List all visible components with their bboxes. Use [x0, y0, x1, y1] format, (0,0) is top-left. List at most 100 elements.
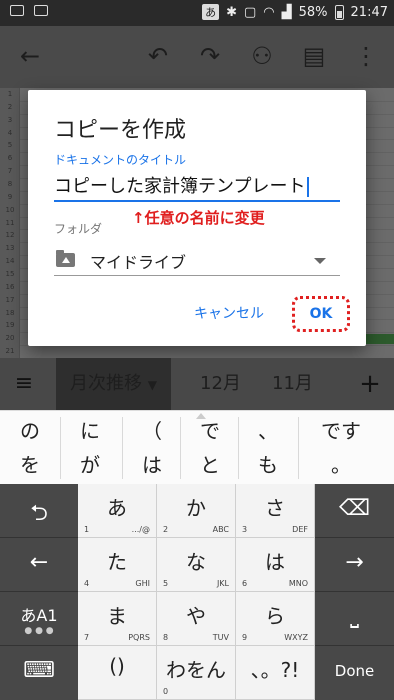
document-title-input[interactable]: コピーした家計簿テンプレート [54, 172, 340, 202]
cursor-right-key[interactable]: → [315, 538, 394, 592]
vibrate-icon: ▢ [243, 4, 257, 20]
suggestion-item[interactable]: です [306, 413, 376, 449]
emoji-keyboard-icon: ⌨ [23, 658, 55, 683]
dropdown-arrow-icon [314, 258, 326, 264]
key-num: 0 [163, 687, 169, 696]
divider [180, 417, 181, 479]
row-number: 4 [7, 128, 13, 137]
more-dots-icon: ● ● ● [24, 626, 54, 636]
suggestion-item[interactable]: 。 [306, 447, 376, 483]
rename-annotation: ↑任意の名前に変更 [132, 209, 265, 227]
key-sym: DEF [292, 525, 308, 534]
key-label: 、。?! [250, 658, 300, 682]
key-num: 6 [242, 579, 248, 588]
key-label: や [186, 604, 206, 628]
back-arrow-icon[interactable]: ← [16, 42, 44, 70]
suggestion-item[interactable]: も [238, 447, 298, 483]
key-label: た [107, 550, 127, 574]
key-sym: GHI [135, 579, 150, 588]
sheet-tab-november[interactable]: 11月 [258, 358, 327, 410]
image-icon [10, 5, 24, 16]
suggestion-item[interactable]: で [180, 413, 240, 449]
row-number: 15 [5, 270, 15, 278]
row-number: 7 [7, 167, 13, 176]
more-vert-icon[interactable]: ⋮ [352, 42, 380, 70]
divider [60, 417, 61, 479]
input-mode-key[interactable]: あA1 ● ● ● [0, 592, 78, 646]
key-sa[interactable]: さ 3 DEF [236, 484, 315, 538]
key-sym: PQRS [128, 633, 150, 642]
cell-highlight [362, 334, 394, 344]
key-ha[interactable]: は 6 MNO [236, 538, 315, 592]
redo-icon[interactable]: ↷ [196, 42, 224, 70]
ime-suggestion-bar: の に （ で 、 です を が は と も 。 [0, 410, 394, 484]
sheet-tab-active[interactable]: 月次推移 ▼ [56, 358, 171, 410]
key-label: () [109, 654, 125, 678]
key-sym: .../@ [131, 525, 150, 534]
input-mode-label: あA1 [20, 606, 58, 625]
suggestion-item[interactable]: （ [122, 413, 182, 449]
row-number: 12 [5, 231, 15, 240]
key-parentheses[interactable]: () [78, 646, 157, 700]
row-number: 19 [5, 321, 15, 330]
keyboard-settings-key[interactable]: ⌨ [0, 646, 78, 700]
backspace-key[interactable]: ⌫ [315, 484, 394, 538]
battery-percent: 58% [298, 4, 328, 20]
key-sym: MNO [288, 579, 308, 588]
key-wa[interactable]: わをん 0 [157, 646, 236, 700]
suggestion-item[interactable]: 、 [238, 413, 298, 449]
done-key[interactable]: Done [315, 646, 394, 700]
suggestion-item[interactable]: は [122, 447, 182, 483]
key-sym: ABC [212, 525, 229, 534]
done-label: Done [334, 662, 375, 680]
add-person-icon[interactable]: ⚇ [248, 42, 276, 70]
suggestion-item[interactable]: に [60, 413, 120, 449]
row-number: 10 [5, 205, 15, 214]
divider [122, 417, 123, 479]
suggestion-item[interactable]: が [60, 447, 120, 483]
row-number: 2 [7, 102, 13, 111]
key-ta[interactable]: た 4 GHI [78, 538, 157, 592]
key-punctuation[interactable]: 、。?! [236, 646, 315, 700]
key-ma[interactable]: ま 7 PQRS [78, 592, 157, 646]
undo-icon[interactable]: ↶ [144, 42, 172, 70]
arrow-right-icon: → [345, 550, 364, 575]
row-number: 3 [7, 115, 13, 124]
sheet-tab-december[interactable]: 12月 [186, 358, 255, 410]
row-header-column: 1 2 3 4 5 6 7 8 9 10 11 12 13 14 15 16 17 18 19 20 21 [0, 88, 20, 358]
ok-button[interactable]: OK [292, 296, 350, 332]
key-num: 5 [163, 579, 169, 588]
space-icon: ⎵ [350, 604, 359, 629]
arrow-left-icon: ← [29, 550, 49, 575]
key-ka[interactable]: か 2 ABC [157, 484, 236, 538]
undo-key[interactable]: ⮌ [0, 484, 78, 538]
text-caret [307, 177, 310, 197]
cursor-left-key[interactable]: ← [0, 538, 78, 592]
key-label: は [265, 550, 285, 574]
undo-key-icon: ⮌ [30, 501, 48, 526]
suggestion-item[interactable]: を [0, 447, 60, 483]
folder-value: マイドライブ [90, 253, 187, 272]
key-num: 8 [163, 633, 169, 642]
sheet-list-icon[interactable]: ≡ [10, 370, 38, 398]
signal-icon: ▟ [281, 4, 292, 20]
add-sheet-icon[interactable]: + [356, 370, 384, 398]
key-label: わをん [166, 658, 226, 682]
key-a[interactable]: あ 1 .../@ [78, 484, 157, 538]
key-num: 2 [163, 525, 169, 534]
key-ra[interactable]: ら 9 WXYZ [236, 592, 315, 646]
suggestion-item[interactable]: の [0, 413, 60, 449]
key-sym: TUV [212, 633, 229, 642]
space-key[interactable]: ⎵ [315, 592, 394, 646]
comment-icon[interactable]: ▤ [300, 42, 328, 70]
suggestion-item[interactable]: と [180, 447, 240, 483]
clock: 21:47 [350, 4, 388, 20]
key-label: な [186, 550, 206, 574]
key-ya[interactable]: や 8 TUV [157, 592, 236, 646]
cancel-button[interactable]: キャンセル [194, 303, 264, 323]
folder-label: フォルダ [54, 222, 103, 236]
folder-dropdown[interactable]: マイドライブ [54, 245, 340, 276]
sheet-tab-active-label: 月次推移 [70, 373, 142, 394]
key-num: 3 [242, 525, 248, 534]
key-na[interactable]: な 5 JKL [157, 538, 236, 592]
